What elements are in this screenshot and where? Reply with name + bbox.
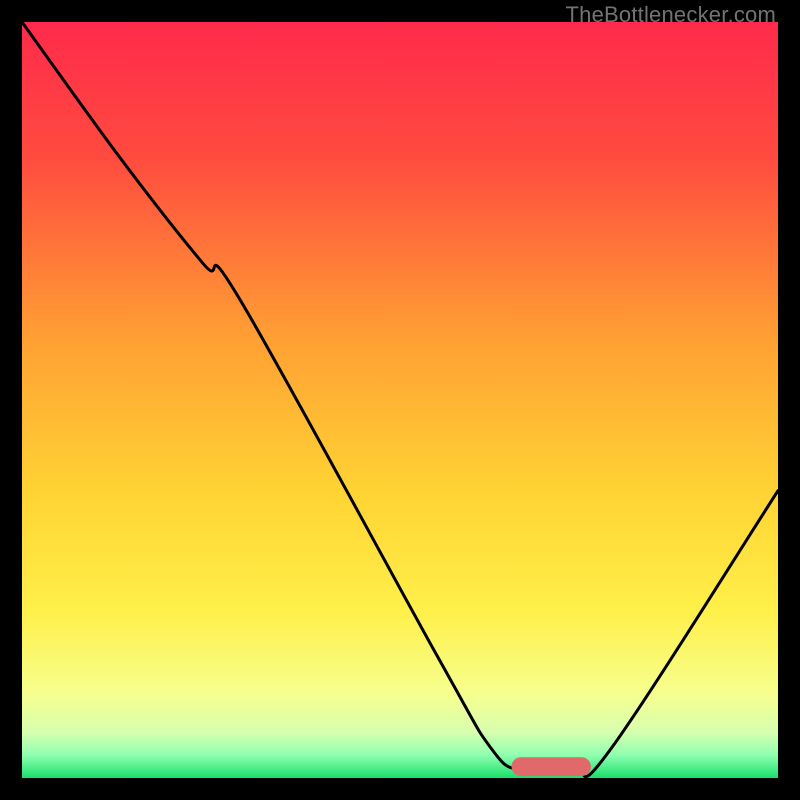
bottleneck-chart bbox=[22, 22, 778, 778]
chart-frame bbox=[22, 22, 778, 778]
gradient-background bbox=[22, 22, 778, 778]
